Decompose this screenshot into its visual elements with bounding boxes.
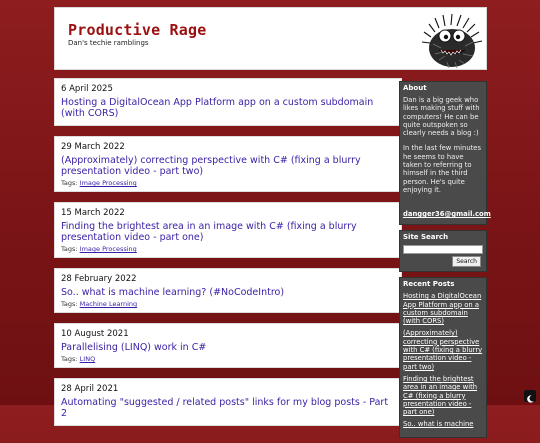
post-tags: Tags: LINQ bbox=[61, 355, 395, 363]
post-title-link[interactable]: (Approximately) correcting perspective w… bbox=[61, 155, 395, 177]
post-list: 6 April 2025 Hosting a DigitalOcean App … bbox=[54, 78, 402, 436]
site-tagline: Dan's techie ramblings bbox=[68, 39, 149, 47]
search-heading: Site Search bbox=[403, 233, 449, 242]
search-input[interactable] bbox=[403, 245, 483, 255]
post-item: 28 February 2022 So.. what is machine le… bbox=[54, 268, 402, 313]
post-item: 6 April 2025 Hosting a DigitalOcean App … bbox=[54, 78, 402, 126]
post-tags: Tags: Machine Learning bbox=[61, 300, 395, 308]
tag-link[interactable]: Machine Learning bbox=[80, 300, 138, 308]
tags-label: Tags: bbox=[61, 245, 78, 253]
post-item: 15 March 2022 Finding the brightest area… bbox=[54, 202, 402, 258]
email-link[interactable]: dangger36@gmail.com bbox=[403, 210, 491, 218]
post-date: 10 August 2021 bbox=[61, 329, 129, 339]
moon-icon bbox=[527, 395, 534, 403]
theme-toggle-button[interactable] bbox=[524, 390, 536, 403]
about-box: About Dan is a big geek who likes making… bbox=[399, 81, 491, 226]
tag-link[interactable]: Image Processing bbox=[80, 245, 137, 253]
post-title-link[interactable]: Automating "suggested / related posts" l… bbox=[61, 397, 395, 419]
about-heading: About bbox=[403, 84, 427, 92]
post-item: 29 March 2022 (Approximately) correcting… bbox=[54, 136, 402, 192]
sidebar: About Dan is a big geek who likes making… bbox=[399, 81, 491, 443]
about-text: Dan is a big geek who likes making stuff… bbox=[403, 96, 480, 138]
tag-link[interactable]: Image Processing bbox=[80, 179, 137, 187]
tags-label: Tags: bbox=[61, 355, 78, 363]
post-item: 10 August 2021 Parallelising (LINQ) work… bbox=[54, 323, 402, 368]
post-date: 6 April 2025 bbox=[61, 84, 113, 94]
post-date: 29 March 2022 bbox=[61, 142, 125, 152]
site-title[interactable]: Productive Rage bbox=[68, 21, 206, 39]
post-tags: Tags: Image Processing bbox=[61, 245, 395, 253]
recent-post-link[interactable]: Finding the brightest area in an image w… bbox=[403, 375, 483, 416]
post-title-link[interactable]: Finding the brightest area in an image w… bbox=[61, 221, 395, 243]
tags-label: Tags: bbox=[61, 179, 78, 187]
post-item: 28 April 2021 Automating "suggested / re… bbox=[54, 378, 402, 426]
recent-post-link[interactable]: So.. what is machine bbox=[403, 420, 483, 428]
post-tags: Tags: Image Processing bbox=[61, 179, 395, 187]
recent-heading: Recent Posts bbox=[403, 280, 455, 289]
site-header: Productive Rage Dan's techie ramblings bbox=[54, 7, 487, 70]
post-date: 15 March 2022 bbox=[61, 208, 125, 218]
post-title-link[interactable]: Parallelising (LINQ) work in C# bbox=[61, 342, 395, 353]
recent-posts-box: Recent Posts Hosting a DigitalOcean App … bbox=[399, 277, 487, 438]
search-box: Site Search Search bbox=[399, 230, 487, 273]
post-title-link[interactable]: So.. what is machine learning? (#NoCodeI… bbox=[61, 287, 395, 298]
post-date: 28 February 2022 bbox=[61, 274, 137, 284]
about-text-2: In the last few minutes he seems to have… bbox=[403, 144, 482, 194]
mascot-image bbox=[421, 13, 483, 69]
search-button[interactable]: Search bbox=[452, 256, 481, 268]
recent-post-link[interactable]: Hosting a DigitalOcean App Platform app … bbox=[403, 292, 483, 325]
tags-label: Tags: bbox=[61, 300, 78, 308]
post-date: 28 April 2021 bbox=[61, 384, 119, 394]
post-title-link[interactable]: Hosting a DigitalOcean App Platform app … bbox=[61, 97, 395, 119]
tag-link[interactable]: LINQ bbox=[80, 355, 96, 363]
recent-post-link[interactable]: (Approximately) correcting perspective w… bbox=[403, 329, 483, 370]
